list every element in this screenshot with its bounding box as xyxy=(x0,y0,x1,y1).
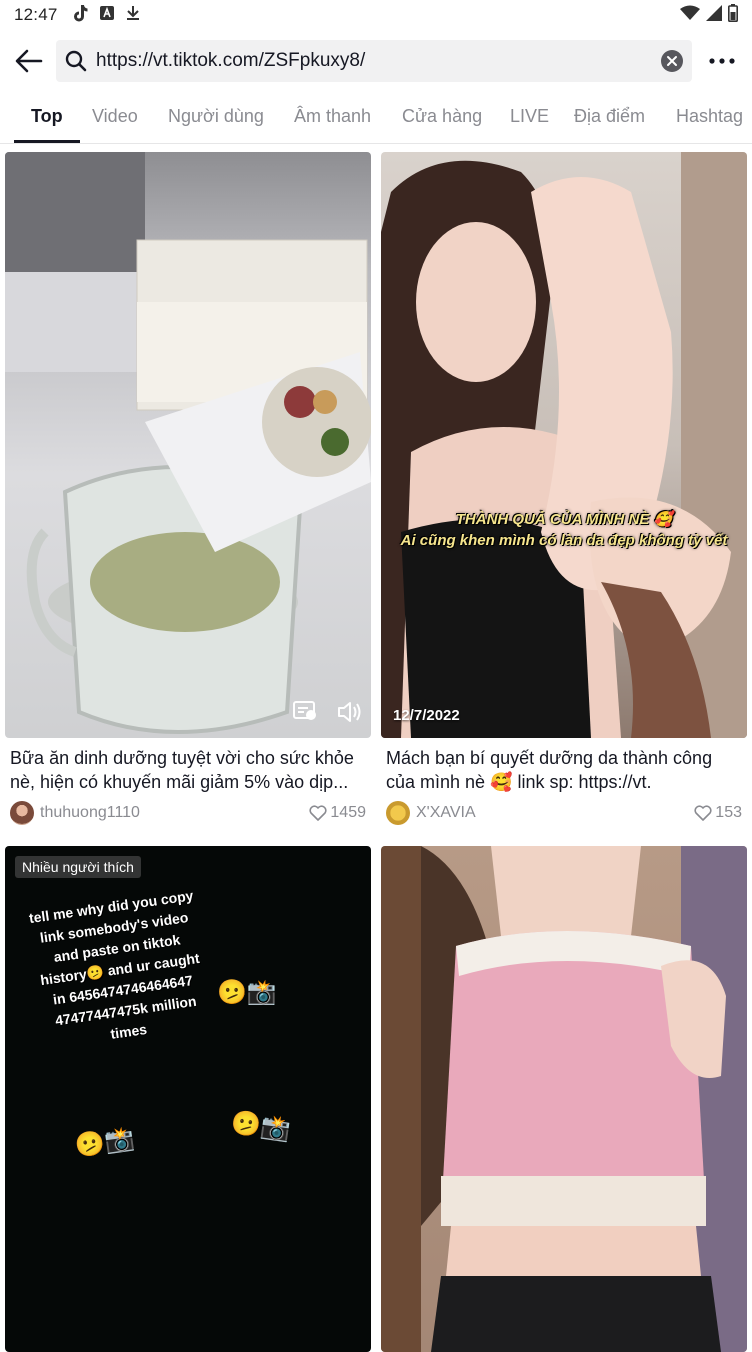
tab-video[interactable]: Video xyxy=(92,92,138,142)
author-name[interactable]: X'XAVIA xyxy=(416,804,476,822)
more-options-button[interactable] xyxy=(700,40,744,82)
tiktok-icon xyxy=(72,4,88,27)
avatar[interactable] xyxy=(386,801,410,825)
back-button[interactable] xyxy=(0,30,58,92)
like-count-value: 1459 xyxy=(330,804,366,821)
search-bar[interactable]: https://vt.tiktok.com/ZSFpkuxy8/ xyxy=(56,40,692,82)
tab-shop[interactable]: Cửa hàng xyxy=(402,92,482,142)
avatar[interactable] xyxy=(10,801,34,825)
arrow-left-icon xyxy=(15,49,43,73)
wifi-icon xyxy=(680,5,700,26)
active-tab-indicator xyxy=(14,140,80,143)
video-overlay-text: tell me why did you copy link somebody's… xyxy=(27,887,201,1042)
video-card[interactable] xyxy=(381,846,747,1352)
video-date: 12/7/2022 xyxy=(393,707,460,724)
video-thumbnail[interactable] xyxy=(5,152,371,738)
status-time: 12:47 xyxy=(14,5,58,24)
tab-top[interactable]: Top xyxy=(31,92,63,142)
tab-places[interactable]: Địa điểm xyxy=(574,92,645,142)
download-icon xyxy=(126,5,140,26)
thumbnail-image xyxy=(5,152,371,734)
like-count: 153 xyxy=(694,804,742,822)
emoji-sticker: 🫤📸 xyxy=(73,1124,137,1161)
video-caption: Bữa ăn dinh dưỡng tuyệt vời cho sức khỏe… xyxy=(10,748,354,792)
emoji-sticker: 🫤📸 xyxy=(229,1108,293,1145)
like-count: 1459 xyxy=(309,804,366,822)
captions-icon[interactable] xyxy=(293,701,317,728)
like-count-value: 153 xyxy=(715,804,742,821)
more-icon xyxy=(709,58,735,64)
heart-icon xyxy=(309,805,327,821)
status-bar: 12:47 xyxy=(0,0,752,30)
battery-icon xyxy=(728,3,738,27)
tab-live[interactable]: LIVE xyxy=(510,92,549,142)
popular-badge: Nhiều người thích xyxy=(15,856,141,878)
video-thumbnail[interactable] xyxy=(381,846,747,1352)
video-card[interactable]: Bữa ăn dinh dưỡng tuyệt vời cho sức khỏe… xyxy=(5,152,371,826)
search-icon xyxy=(56,40,96,82)
video-thumbnail[interactable]: Nhiều người thích tell me why did you co… xyxy=(5,846,371,1352)
author-name[interactable]: thuhuong1110 xyxy=(40,804,140,822)
tab-sounds[interactable]: Âm thanh xyxy=(294,92,371,142)
video-card[interactable]: Nhiều người thích tell me why did you co… xyxy=(5,846,371,1352)
clear-search-button[interactable] xyxy=(652,40,692,82)
signal-icon xyxy=(706,4,722,26)
app-icon xyxy=(99,5,114,25)
heart-icon xyxy=(694,805,712,821)
volume-icon[interactable] xyxy=(337,701,361,728)
search-header: https://vt.tiktok.com/ZSFpkuxy8/ xyxy=(0,30,752,92)
video-card[interactable]: THÀNH QUẢ CỦA MÌNH NÈ 🥰 Ai cũng khen mìn… xyxy=(381,152,747,826)
tab-hashtag[interactable]: Hashtag xyxy=(676,92,743,142)
emoji-sticker: 🫤📸 xyxy=(217,979,277,1006)
thumbnail-image xyxy=(381,152,747,738)
video-thumbnail[interactable]: THÀNH QUẢ CỦA MÌNH NÈ 🥰 Ai cũng khen mìn… xyxy=(381,152,747,738)
thumbnail-image xyxy=(381,846,747,1352)
video-overlay-subtitle: Ai cũng khen mình có làn da đẹp không tỳ… xyxy=(400,532,728,549)
search-tabs: Top Video Người dùng Âm thanh Cửa hàng L… xyxy=(0,92,752,144)
video-overlay-title: THÀNH QUẢ CỦA MÌNH NÈ 🥰 xyxy=(455,511,673,528)
video-caption: Mách bạn bí quyết dưỡng da thành công củ… xyxy=(386,748,713,792)
search-input[interactable]: https://vt.tiktok.com/ZSFpkuxy8/ xyxy=(96,50,652,72)
tab-users[interactable]: Người dùng xyxy=(168,92,264,142)
clear-icon xyxy=(661,50,683,72)
